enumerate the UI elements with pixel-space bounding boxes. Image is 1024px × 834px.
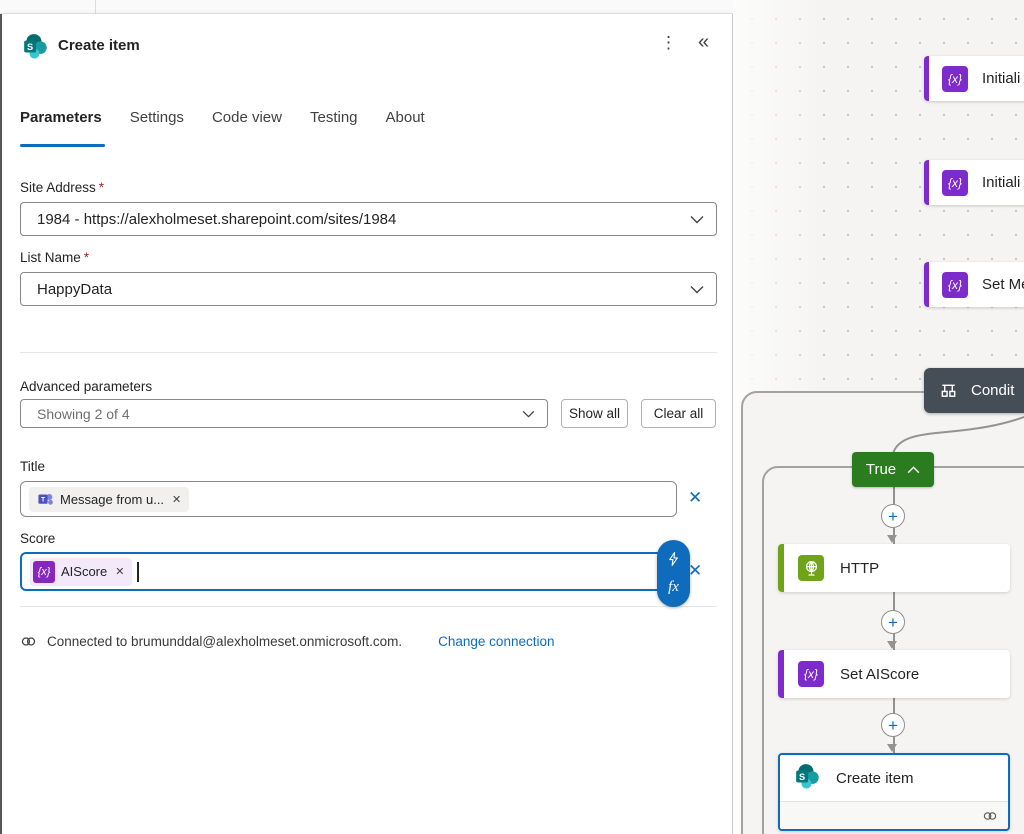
node-label: Set Me <box>982 276 1024 293</box>
node-label: Initiali <box>982 174 1020 191</box>
variable-icon: {x} <box>942 272 968 298</box>
advanced-parameters-select[interactable]: Showing 2 of 4 <box>20 399 548 428</box>
clear-title-field-icon[interactable]: ✕ <box>688 488 702 508</box>
connection-footer: Connected to brumunddal@alexholmeset.onm… <box>20 633 554 650</box>
node-set-aiscore[interactable]: {x} Set AIScore <box>778 650 1010 698</box>
required-asterisk: * <box>99 180 104 195</box>
node-initialize-variable-1[interactable]: {x} Initiali <box>924 56 1024 101</box>
svg-text:S: S <box>27 42 33 52</box>
chevron-down-icon <box>690 285 704 294</box>
active-tab-underline <box>20 144 105 147</box>
tab-bar: Parameters Settings Code view Testing Ab… <box>20 109 425 126</box>
clear-score-field-icon[interactable]: ✕ <box>688 561 702 581</box>
create-item-main-row: S Create item <box>780 755 1008 801</box>
sharepoint-icon: S <box>794 763 820 794</box>
node-http[interactable]: HTTP <box>778 544 1010 592</box>
connector-arrow-icon <box>887 535 897 543</box>
insert-step-button[interactable]: + <box>881 610 905 634</box>
plus-icon: + <box>888 717 898 734</box>
tab-about[interactable]: About <box>386 109 425 126</box>
node-label: Set AIScore <box>840 666 919 683</box>
node-label: Create item <box>836 770 914 787</box>
connector-arrow-icon <box>887 641 897 649</box>
title-token-label: Message from u... <box>60 492 164 507</box>
tab-testing[interactable]: Testing <box>310 109 358 126</box>
accent-bar <box>924 262 929 307</box>
token-close-icon[interactable]: ✕ <box>115 565 124 578</box>
advanced-parameters-label: Advanced parameters <box>20 379 152 394</box>
accent-bar <box>778 650 784 698</box>
title-input[interactable]: T Message from u... ✕ <box>20 481 677 517</box>
tab-settings[interactable]: Settings <box>130 109 184 126</box>
connection-link-icon <box>20 633 37 650</box>
tab-code-view[interactable]: Code view <box>212 109 282 126</box>
flow-canvas[interactable]: {x} Initiali {x} Initiali {x} Set Me Con… <box>733 0 1024 834</box>
insert-step-button[interactable]: + <box>881 504 905 528</box>
true-branch-pill[interactable]: True <box>852 452 934 487</box>
node-initialize-variable-2[interactable]: {x} Initiali <box>924 160 1024 205</box>
sharepoint-icon: S <box>22 33 48 59</box>
plus-icon: + <box>888 508 898 525</box>
score-field-label: Score <box>20 531 55 546</box>
accent-bar <box>924 160 929 205</box>
score-token-pill[interactable]: {x} AIScore ✕ <box>30 558 132 586</box>
page-title: Create item <box>58 37 140 54</box>
variable-icon: {x} <box>798 661 824 687</box>
variable-icon: {x} <box>33 561 55 583</box>
connected-text: Connected to brumunddal@alexholmeset.onm… <box>47 634 402 649</box>
node-create-item-selected[interactable]: S Create item <box>778 753 1010 831</box>
accent-bar <box>778 544 784 592</box>
plus-icon: + <box>888 614 898 631</box>
expression-fx-icon[interactable]: fx <box>668 579 679 596</box>
node-condition[interactable]: Condit <box>924 368 1024 413</box>
insert-step-button[interactable]: + <box>881 713 905 737</box>
list-name-value: HappyData <box>37 281 690 298</box>
change-connection-link[interactable]: Change connection <box>438 634 554 649</box>
accent-bar <box>924 56 929 101</box>
window-top-strip <box>0 0 733 14</box>
title-field-label: Title <box>20 459 45 474</box>
clear-all-button[interactable]: Clear all <box>641 399 716 428</box>
more-menu-icon[interactable]: ⋮ <box>660 33 677 53</box>
node-label: Initiali <box>982 70 1020 87</box>
chevron-up-icon <box>907 466 920 474</box>
variable-icon: {x} <box>942 66 968 92</box>
teams-icon: T <box>37 491 54 508</box>
list-name-select[interactable]: HappyData <box>20 272 717 306</box>
section-divider <box>20 352 717 353</box>
score-token-label: AIScore <box>61 564 107 579</box>
connector-arrow-icon <box>887 744 897 752</box>
token-close-icon[interactable]: ✕ <box>172 493 181 506</box>
text-cursor <box>137 562 139 582</box>
site-address-value: 1984 - https://alexholmeset.sharepoint.c… <box>37 211 690 228</box>
chevron-down-icon <box>690 215 704 224</box>
node-label: HTTP <box>840 560 879 577</box>
true-branch-label: True <box>866 461 896 478</box>
show-all-button[interactable]: Show all <box>561 399 628 428</box>
chevron-down-icon <box>522 410 535 418</box>
dynamic-content-capsule: fx <box>657 540 690 607</box>
site-address-select[interactable]: 1984 - https://alexholmeset.sharepoint.c… <box>20 202 717 236</box>
list-name-label: List Name* <box>20 250 89 265</box>
create-item-footer <box>780 802 1008 829</box>
svg-text:S: S <box>799 772 805 782</box>
required-asterisk: * <box>84 250 89 265</box>
condition-icon <box>939 381 958 400</box>
lightning-icon[interactable] <box>667 551 680 567</box>
connection-link-icon <box>982 808 998 824</box>
section-divider <box>20 606 717 607</box>
site-address-label: Site Address* <box>20 180 104 195</box>
tab-parameters[interactable]: Parameters <box>20 109 102 126</box>
node-set-message[interactable]: {x} Set Me <box>924 262 1024 307</box>
top-strip-divider <box>95 0 96 14</box>
score-input[interactable]: {x} AIScore ✕ <box>20 552 677 591</box>
title-token-pill[interactable]: T Message from u... ✕ <box>29 487 189 512</box>
variable-icon: {x} <box>942 170 968 196</box>
collapse-panel-icon[interactable]: « <box>698 31 709 54</box>
node-label: Condit <box>971 382 1014 399</box>
advanced-parameters-value: Showing 2 of 4 <box>37 406 522 422</box>
globe-icon <box>798 555 824 581</box>
